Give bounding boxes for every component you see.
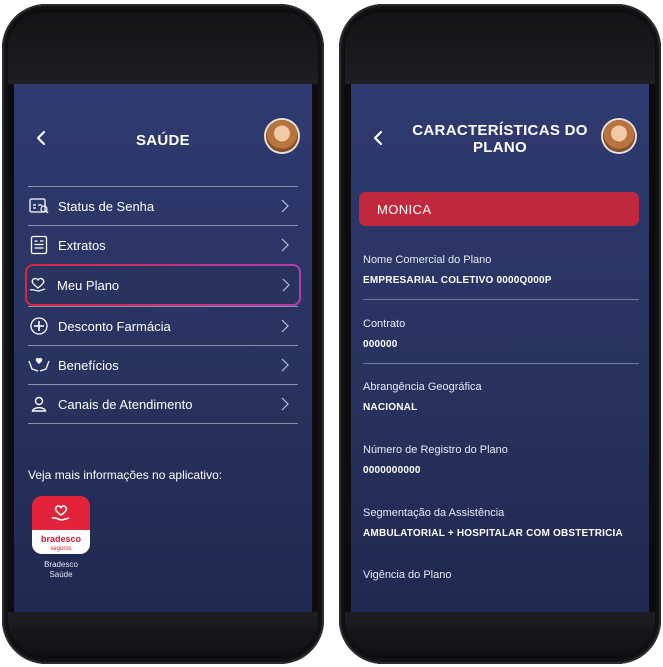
chevron-right-icon: [281, 319, 289, 333]
beneficiary-name-bar: MONICA: [359, 192, 639, 226]
person-icon: [28, 393, 50, 415]
password-status-icon: [28, 195, 50, 217]
field-divider: [363, 363, 639, 364]
chevron-right-icon: [281, 397, 289, 411]
phone-frame-left: SAÚDE Status de Senha Extratos Meu Plano…: [2, 4, 324, 664]
page-title-line2: PLANO: [473, 139, 527, 156]
menu-item-label: Status de Senha: [58, 198, 155, 214]
menu-item-label: Canais de Atendimento: [58, 396, 193, 412]
menu-item-extratos[interactable]: Extratos: [28, 225, 298, 264]
back-arrow-icon[interactable]: [32, 128, 52, 148]
page-title-line1: CARACTERÍSTICAS DO: [412, 122, 588, 139]
field-value: NACIONAL: [363, 402, 418, 413]
chevron-right-icon: [281, 199, 289, 213]
phone-top-bezel: [345, 12, 655, 84]
back-arrow-icon[interactable]: [369, 128, 389, 148]
app-label-line2: Saúde: [49, 570, 73, 579]
phone-bottom-bezel: [8, 612, 318, 656]
screen-saude: SAÚDE Status de Senha Extratos Meu Plano…: [14, 84, 312, 612]
more-info-text: Veja mais informações no aplicativo:: [28, 468, 223, 482]
screen-caracteristicas-plano: CARACTERÍSTICAS DO PLANO MONICA Nome Com…: [351, 84, 649, 612]
avatar[interactable]: [603, 120, 635, 152]
field-label: Número de Registro do Plano: [363, 444, 508, 456]
pharmacy-icon: [28, 315, 50, 337]
menu-item-label: Meu Plano: [57, 277, 120, 293]
field-label: Vigência do Plano: [363, 569, 452, 581]
brand-name: bradesco: [40, 534, 82, 544]
menu-item-desconto-farmacia[interactable]: Desconto Farmácia: [28, 306, 298, 345]
avatar[interactable]: [266, 120, 298, 152]
chevron-right-icon: [282, 278, 290, 292]
field-value: 000000: [363, 339, 398, 350]
statement-icon: [28, 234, 50, 256]
field-contrato: Contrato 000000: [363, 318, 639, 364]
field-label: Contrato: [363, 318, 406, 330]
field-divider: [363, 299, 639, 300]
phone-bottom-bezel: [345, 612, 655, 656]
heart-hand-icon: [51, 505, 70, 521]
field-segmentacao: Segmentação da Assistência AMBULATORIAL …: [363, 507, 639, 539]
menu-item-label: Extratos: [58, 237, 106, 253]
menu-item-beneficios[interactable]: Benefícios: [28, 345, 298, 384]
chevron-right-icon: [281, 238, 289, 252]
menu-item-label: Benefícios: [58, 357, 119, 373]
app-label: Bradesco Saúde: [24, 560, 98, 580]
menu-list: Status de Senha Extratos Meu Plano Desco…: [25, 186, 301, 424]
heart-hand-icon: [27, 274, 49, 296]
field-value: AMBULATORIAL + HOSPITALAR COM OBSTETRICI…: [363, 528, 623, 539]
bradesco-saude-app-icon[interactable]: bradesco seguros: [32, 496, 90, 554]
field-abrangencia: Abrangência Geográfica NACIONAL: [363, 381, 639, 413]
page-title: SAÚDE: [135, 132, 190, 149]
benefits-icon: [28, 354, 50, 376]
field-vigencia: Vigência do Plano: [363, 569, 639, 581]
menu-item-label: Desconto Farmácia: [58, 318, 171, 334]
field-label: Nome Comercial do Plano: [363, 254, 492, 266]
field-value: 0000000000: [363, 465, 421, 476]
phone-top-bezel: [8, 12, 318, 84]
field-nome-comercial: Nome Comercial do Plano EMPRESARIAL COLE…: [363, 254, 639, 300]
chevron-right-icon: [281, 358, 289, 372]
brand-sub: seguros: [50, 546, 72, 552]
phone-frame-right: CARACTERÍSTICAS DO PLANO MONICA Nome Com…: [339, 4, 661, 664]
field-numero-registro: Número de Registro do Plano 0000000000: [363, 444, 639, 476]
menu-item-canais-atendimento[interactable]: Canais de Atendimento: [28, 384, 298, 424]
field-label: Abrangência Geográfica: [363, 381, 482, 393]
app-label-line1: Bradesco: [44, 560, 78, 569]
page-title: CARACTERÍSTICAS DO PLANO: [411, 122, 589, 156]
field-value: EMPRESARIAL COLETIVO 0000Q000P: [363, 275, 552, 286]
menu-item-meu-plano[interactable]: Meu Plano: [25, 264, 301, 306]
field-label: Segmentação da Assistência: [363, 507, 505, 519]
menu-item-status-senha[interactable]: Status de Senha: [28, 186, 298, 225]
